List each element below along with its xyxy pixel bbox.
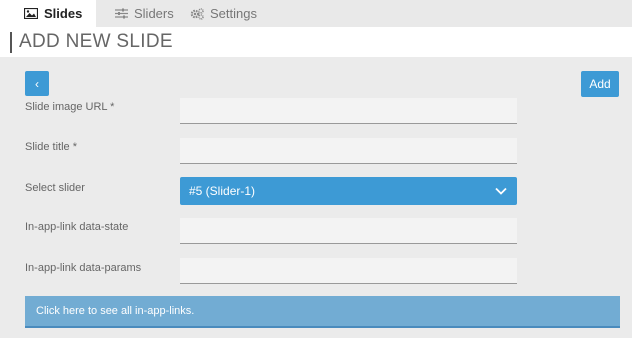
slider-select-value: #5 (Slider-1)	[189, 184, 256, 198]
image-url-label: Slide image URL *	[25, 101, 115, 113]
slide-title-field[interactable]	[180, 138, 517, 164]
in-app-links-bar[interactable]: Click here to see all in-app-links.	[25, 296, 620, 328]
in-app-links-label: Click here to see all in-app-links.	[36, 305, 195, 317]
tab-label: Slides	[44, 6, 83, 21]
tab-sliders[interactable]: Sliders	[115, 0, 174, 27]
tab-bar: Slides Sliders Settings	[0, 0, 632, 27]
chevron-down-icon	[495, 184, 507, 198]
data-params-field[interactable]	[180, 258, 517, 284]
data-state-field[interactable]	[180, 218, 517, 244]
image-icon	[24, 8, 38, 19]
page-header: ADD NEW SLIDE	[0, 27, 632, 57]
tab-settings[interactable]: Settings	[190, 0, 257, 27]
tab-label: Settings	[210, 6, 257, 21]
page-title: ADD NEW SLIDE	[19, 31, 173, 52]
tab-slides[interactable]: Slides	[0, 0, 97, 27]
select-slider-label: Select slider	[25, 182, 85, 194]
slide-title-label: Slide title *	[25, 141, 77, 153]
tab-label: Sliders	[134, 6, 174, 21]
back-button[interactable]: ‹	[25, 71, 49, 96]
gears-icon	[190, 7, 204, 20]
title-accent-bar	[10, 32, 12, 53]
data-state-label: In-app-link data-state	[25, 221, 129, 233]
image-url-field[interactable]	[180, 98, 517, 124]
add-button[interactable]: Add	[581, 71, 619, 97]
data-params-label: In-app-link data-params	[25, 262, 142, 274]
sliders-icon	[115, 8, 128, 19]
slider-select[interactable]: #5 (Slider-1)	[180, 177, 517, 205]
